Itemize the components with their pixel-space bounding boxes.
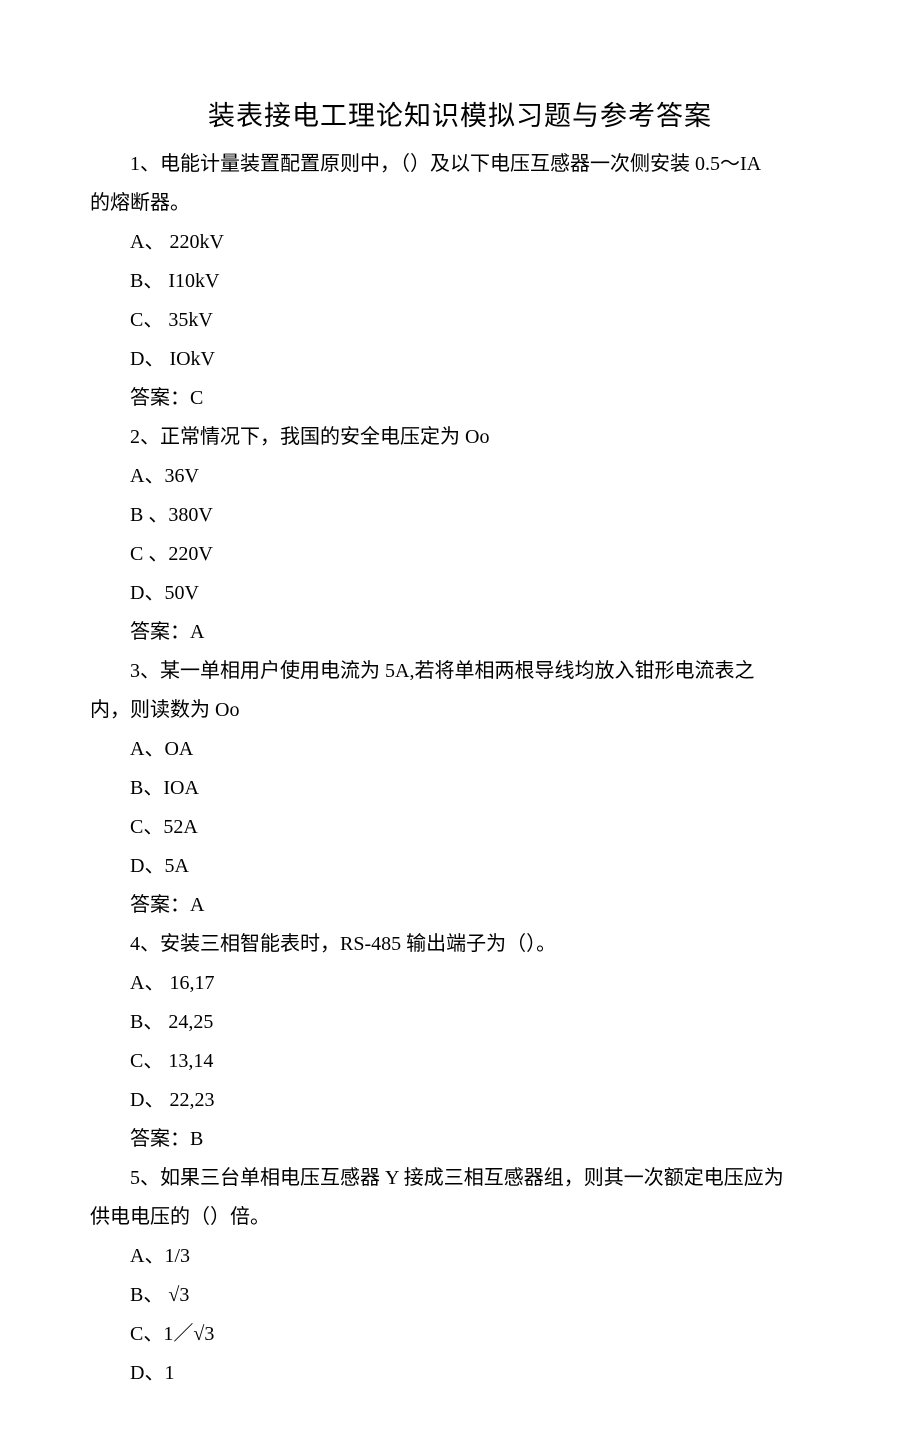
q2-option-d: D、50V <box>90 574 830 613</box>
document-page: 装表接电工理论知识模拟习题与参考答案 1、电能计量装置配置原则中，（）及以下电压… <box>0 0 920 1453</box>
q1-answer: 答案：C <box>90 379 830 418</box>
q2-stem-line1: 2、正常情况下，我国的安全电压定为 Oo <box>90 418 830 457</box>
q3-stem-line1: 3、某一单相用户使用电流为 5A,若将单相两根导线均放入钳形电流表之 <box>90 652 830 691</box>
q3-answer: 答案：A <box>90 886 830 925</box>
q5-option-c: C、1／√3 <box>90 1315 830 1354</box>
q2-option-c: C 、220V <box>90 535 830 574</box>
q3-option-d: D、5A <box>90 847 830 886</box>
q4-answer: 答案：B <box>90 1120 830 1159</box>
q5-stem-line2: 供电电压的（）倍。 <box>90 1198 830 1237</box>
q1-option-d: D、 IOkV <box>90 340 830 379</box>
q2-option-a: A、36V <box>90 457 830 496</box>
q4-option-b: B、 24,25 <box>90 1003 830 1042</box>
q5-option-b: B、 √3 <box>90 1276 830 1315</box>
q5-option-a: A、1/3 <box>90 1237 830 1276</box>
q4-option-a: A、 16,17 <box>90 964 830 1003</box>
page-title: 装表接电工理论知识模拟习题与参考答案 <box>90 90 830 143</box>
q1-stem-line1: 1、电能计量装置配置原则中，（）及以下电压互感器一次侧安装 0.5～IA <box>90 145 830 184</box>
q5-option-d: D、1 <box>90 1354 830 1393</box>
q1-option-a: A、 220kV <box>90 223 830 262</box>
q2-option-b: B 、380V <box>90 496 830 535</box>
q1-option-b: B、 I10kV <box>90 262 830 301</box>
q4-option-c: C、 13,14 <box>90 1042 830 1081</box>
q3-option-c: C、52A <box>90 808 830 847</box>
q2-answer: 答案：A <box>90 613 830 652</box>
q1-stem-line2: 的熔断器。 <box>90 184 830 223</box>
q3-option-a: A、OA <box>90 730 830 769</box>
q1-option-c: C、 35kV <box>90 301 830 340</box>
q3-stem-line2: 内，则读数为 Oo <box>90 691 830 730</box>
q5-stem-line1: 5、如果三台单相电压互感器 Y 接成三相互感器组，则其一次额定电压应为 <box>90 1159 830 1198</box>
q3-option-b: B、IOA <box>90 769 830 808</box>
q4-stem-line1: 4、安装三相智能表时，RS-485 输出端子为（）。 <box>90 925 830 964</box>
q4-option-d: D、 22,23 <box>90 1081 830 1120</box>
